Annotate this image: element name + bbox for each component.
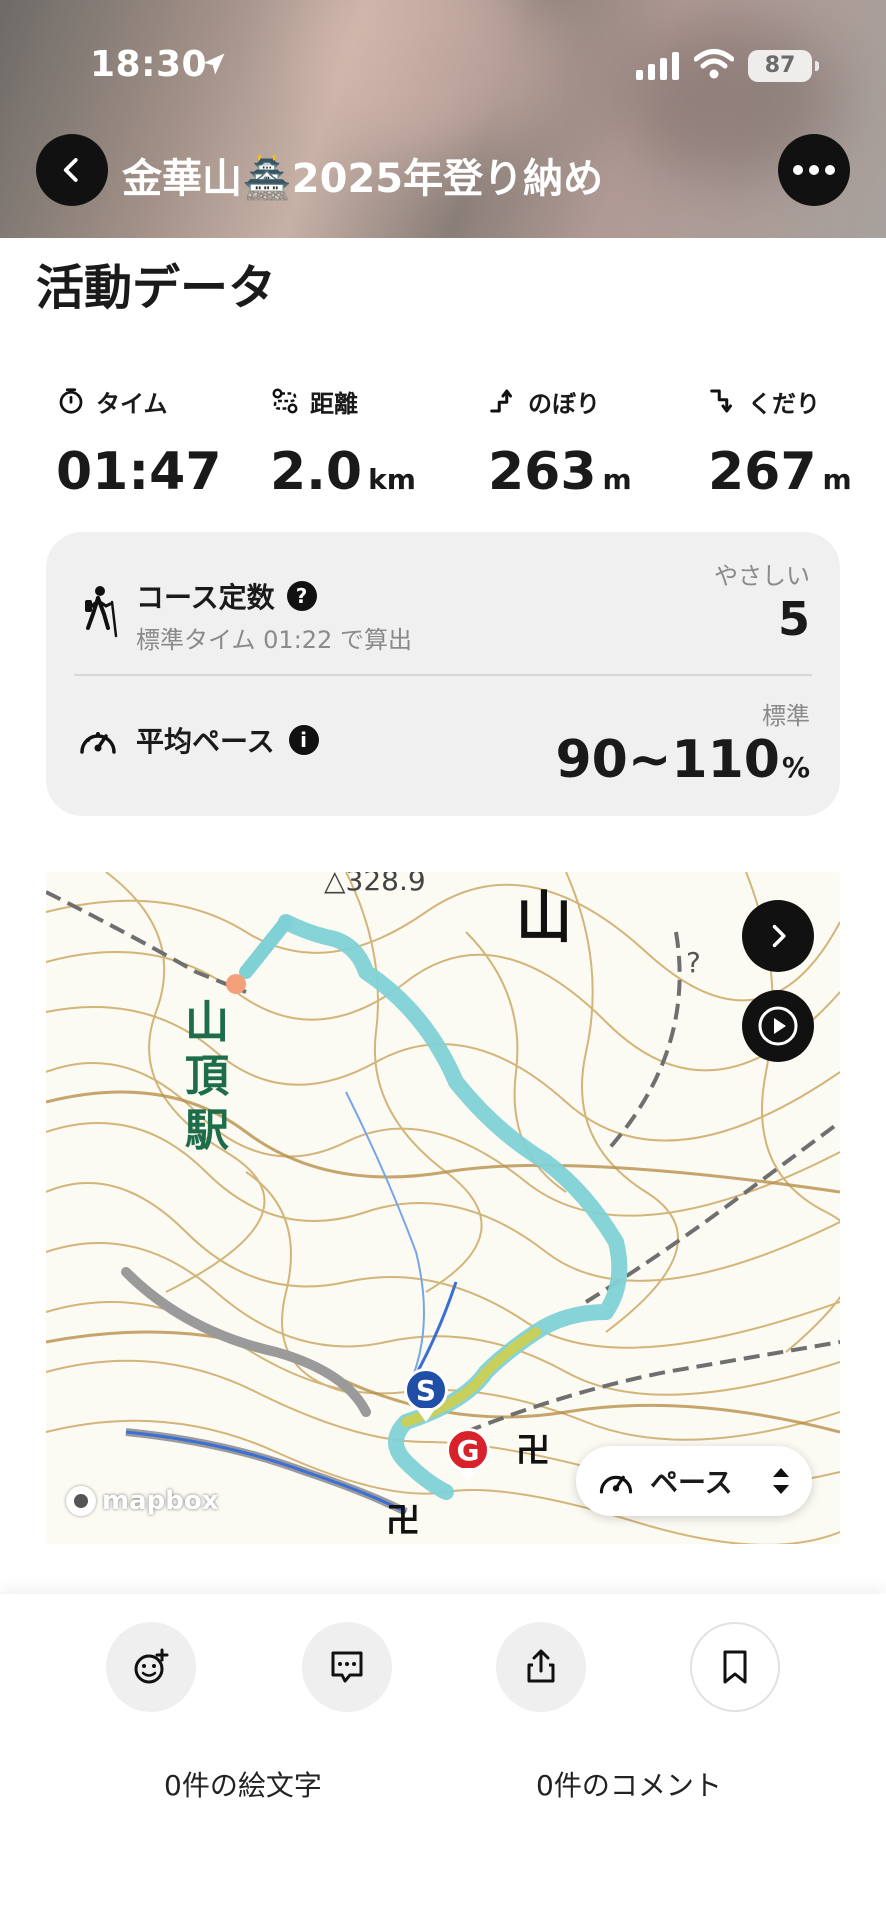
bottom-action-bar: 0件の絵文字 0件のコメント: [0, 1594, 886, 1920]
mapbox-attribution: mapbox: [66, 1486, 219, 1516]
ellipsis-icon: [793, 165, 835, 175]
mapbox-text: mapbox: [102, 1486, 219, 1516]
status-bar: 18:30 87: [0, 0, 886, 120]
share-button[interactable]: [496, 1622, 586, 1712]
course-constant-label: コース定数 ?: [136, 576, 317, 616]
share-icon: [527, 1649, 555, 1683]
difficulty-label: やさしい: [714, 562, 810, 590]
route-icon: [272, 388, 298, 414]
battery-indicator: 87: [748, 50, 819, 82]
help-icon[interactable]: ?: [286, 581, 317, 611]
stat-value: 263: [488, 442, 597, 502]
bookmark-icon: [723, 1650, 747, 1684]
stat-distance: 距離 2.0 km: [270, 384, 416, 502]
average-pace-label: 平均ペース i: [136, 720, 319, 760]
svg-text:山: 山: [516, 886, 572, 951]
pace-label-text: 平均ペース: [136, 725, 275, 758]
peak-elevation: 328.9: [345, 872, 426, 897]
stat-ascent: のぼり 263 m: [488, 384, 632, 502]
location-arrow-icon: [203, 53, 225, 75]
stat-value: 267: [708, 442, 817, 502]
comment-button[interactable]: [302, 1622, 392, 1712]
speedometer-icon: [599, 1475, 633, 1494]
stat-value: 01:47: [56, 442, 222, 502]
info-icon[interactable]: i: [288, 725, 319, 755]
play-icon: [758, 1006, 798, 1046]
topographic-map: ? 山 卍 卍: [46, 872, 840, 1544]
hiker-icon: [85, 586, 118, 638]
stat-unit: m: [822, 463, 852, 496]
back-button[interactable]: [36, 134, 108, 206]
course-label-text: コース定数: [136, 581, 275, 614]
descent-icon: [710, 389, 732, 413]
goal-marker-label: G: [446, 1428, 490, 1472]
stat-value: 2.0: [270, 442, 363, 502]
map-replay-button[interactable]: [742, 990, 814, 1062]
chevron-left-icon: [63, 158, 78, 182]
more-options-button[interactable]: [778, 134, 850, 206]
start-marker[interactable]: S: [404, 1368, 448, 1422]
header: 18:30 87 金華山🏯2025年登り納め: [0, 0, 886, 238]
svg-text:?: ?: [686, 946, 701, 979]
section-title-activity: 活動データ: [36, 260, 277, 316]
page-title: 金華山🏯2025年登り納め: [122, 156, 604, 202]
sort-updown-icon: [773, 1468, 789, 1494]
comment-icon: [331, 1651, 363, 1683]
pace-unit: %: [781, 751, 810, 784]
ascent-icon: [490, 389, 512, 413]
peak-elevation-label: △328.9: [324, 872, 426, 897]
svg-text:卍: 卍: [516, 1431, 550, 1471]
mapbox-logo-icon: [66, 1486, 96, 1516]
station-label: 山頂駅: [185, 997, 229, 1156]
stat-label: くだり: [748, 389, 820, 418]
stat-unit: km: [368, 463, 416, 496]
start-marker-label: S: [404, 1368, 448, 1412]
status-time: 18:30: [90, 44, 208, 85]
pace-value-number: 90~110: [555, 730, 780, 790]
route-map[interactable]: ? 山 卍 卍 △328.9 山頂駅 S G mapbox ペース: [46, 872, 840, 1544]
stat-label: のぼり: [528, 389, 600, 418]
stat-label: 距離: [310, 389, 358, 418]
map-mode-label: ペース: [650, 1466, 733, 1499]
goal-marker[interactable]: G: [446, 1428, 490, 1482]
pace-level-label: 標準: [762, 702, 810, 730]
emoji-add-icon: [134, 1648, 169, 1684]
divider: [74, 674, 812, 676]
stat-label: タイム: [96, 389, 168, 418]
emoji-count[interactable]: 0件の絵文字: [164, 1764, 322, 1804]
stopwatch-icon: [59, 388, 83, 414]
comment-count[interactable]: 0件のコメント: [536, 1764, 722, 1804]
course-constant-value: 5: [777, 592, 810, 646]
wifi-icon: [694, 49, 734, 79]
stat-descent: くだり 267 m: [708, 384, 852, 502]
bookmark-button[interactable]: [690, 1622, 780, 1712]
chevron-right-icon: [772, 924, 786, 948]
speedometer-icon: [80, 732, 116, 754]
stat-unit: m: [602, 463, 632, 496]
map-mode-selector[interactable]: ペース: [576, 1446, 812, 1516]
add-emoji-button[interactable]: [106, 1622, 196, 1712]
stat-time: タイム 01:47: [56, 384, 222, 502]
signal-icon: [636, 52, 679, 80]
pace-value: 90~110%: [555, 730, 810, 790]
svg-text:卍: 卍: [386, 1501, 420, 1541]
map-expand-button[interactable]: [742, 900, 814, 972]
course-pace-card: コース定数 ? 標準タイム 01:22 で算出 やさしい 5 平均ペース i 標…: [46, 532, 840, 816]
course-standard-time: 標準タイム 01:22 で算出: [136, 626, 412, 654]
